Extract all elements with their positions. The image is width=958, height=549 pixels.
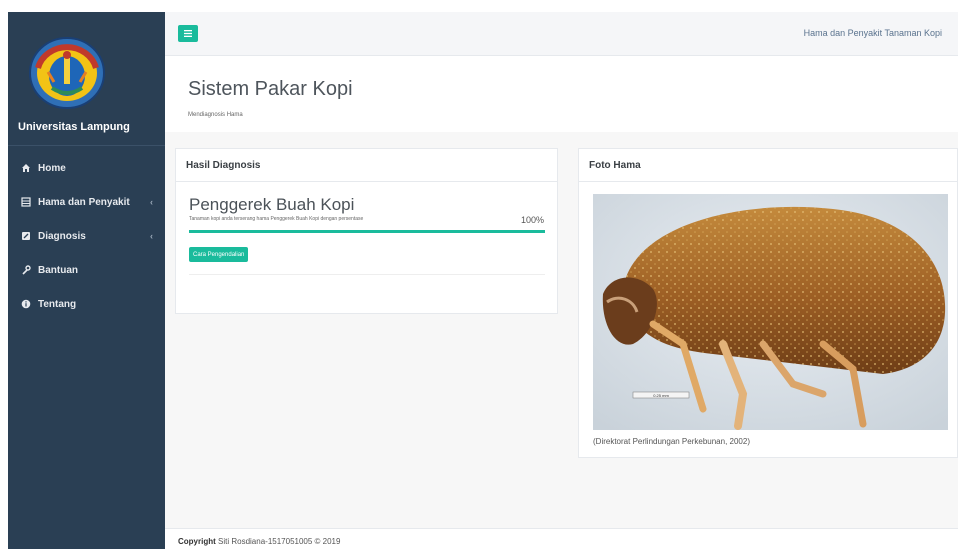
home-icon <box>20 162 32 174</box>
diagnosis-progress-fill <box>189 230 545 233</box>
brand-divider <box>8 145 165 146</box>
main-content: Sistem Pakar Kopi Mendiagnosis Hama Hasi… <box>165 56 958 528</box>
sidebar-item-bantuan[interactable]: Bantuan <box>8 253 165 287</box>
divider <box>189 274 545 275</box>
sidebar-item-diagnosis[interactable]: Diagnosis ‹ <box>8 219 165 253</box>
brand-title: Universitas Lampung <box>18 121 130 133</box>
topnav-title: Hama dan Penyakit Tanaman Kopi <box>803 28 942 38</box>
sidebar-item-label: Bantuan <box>38 264 78 276</box>
page-subtitle: Mendiagnosis Hama <box>188 112 243 118</box>
menu-icon <box>184 30 192 37</box>
diagnosis-result-panel: Hasil Diagnosis Penggerek Buah Kopi Tana… <box>175 148 558 314</box>
edit-icon <box>20 230 32 242</box>
pest-photo-panel: Foto Hama 0.25 mm (Direktorat Perlindung… <box>578 148 958 458</box>
sidebar: Universitas Lampung Home Hama dan Penyak… <box>8 12 165 549</box>
diagnosis-description: Tanaman kopi anda terserang hama Pengger… <box>189 216 364 222</box>
pest-photo: 0.25 mm <box>593 194 948 430</box>
cara-pengendalian-button[interactable]: Cara Pengendalian <box>189 247 249 262</box>
page-title: Sistem Pakar Kopi <box>188 78 353 100</box>
footer-copyright-owner: Siti Rosdiana-1517051005 © 2019 <box>218 537 341 546</box>
footer-copyright: Copyright Siti Rosdiana-1517051005 © 201… <box>178 537 340 546</box>
sidebar-toggle-button[interactable] <box>178 25 198 42</box>
sidebar-item-label: Home <box>38 162 66 174</box>
table-icon <box>20 196 32 208</box>
sidebar-menu: Home Hama dan Penyakit ‹ Diagnosis ‹ Ban… <box>8 151 165 321</box>
diagnosis-result-name: Penggerek Buah Kopi <box>189 195 355 214</box>
footer-copyright-label: Copyright <box>178 537 216 546</box>
sidebar-item-tentang[interactable]: Tentang <box>8 287 165 321</box>
panel-title: Foto Hama <box>579 149 957 182</box>
chevron-left-icon: ‹ <box>150 231 153 241</box>
footer: Copyright Siti Rosdiana-1517051005 © 201… <box>165 528 958 549</box>
diagnosis-progress-bar <box>189 230 545 233</box>
panel-title: Hasil Diagnosis <box>176 149 557 182</box>
brand: Universitas Lampung <box>8 12 165 145</box>
top-navbar: Hama dan Penyakit Tanaman Kopi <box>165 12 958 56</box>
chevron-left-icon: ‹ <box>150 197 153 207</box>
diagnosis-percentage: 100% <box>520 215 544 225</box>
page-header: Sistem Pakar Kopi Mendiagnosis Hama <box>165 56 958 132</box>
wrench-icon <box>20 264 32 276</box>
sidebar-item-hama-dan-penyakit[interactable]: Hama dan Penyakit ‹ <box>8 185 165 219</box>
university-seal-icon <box>29 37 105 109</box>
sidebar-item-label: Hama dan Penyakit <box>38 196 130 208</box>
photo-caption: (Direktorat Perlindungan Perkebunan, 200… <box>593 437 750 446</box>
info-icon <box>20 298 32 310</box>
sidebar-item-home[interactable]: Home <box>8 151 165 185</box>
scale-bar-label: 0.25 mm <box>653 393 669 398</box>
sidebar-item-label: Diagnosis <box>38 230 86 242</box>
sidebar-item-label: Tentang <box>38 298 77 310</box>
